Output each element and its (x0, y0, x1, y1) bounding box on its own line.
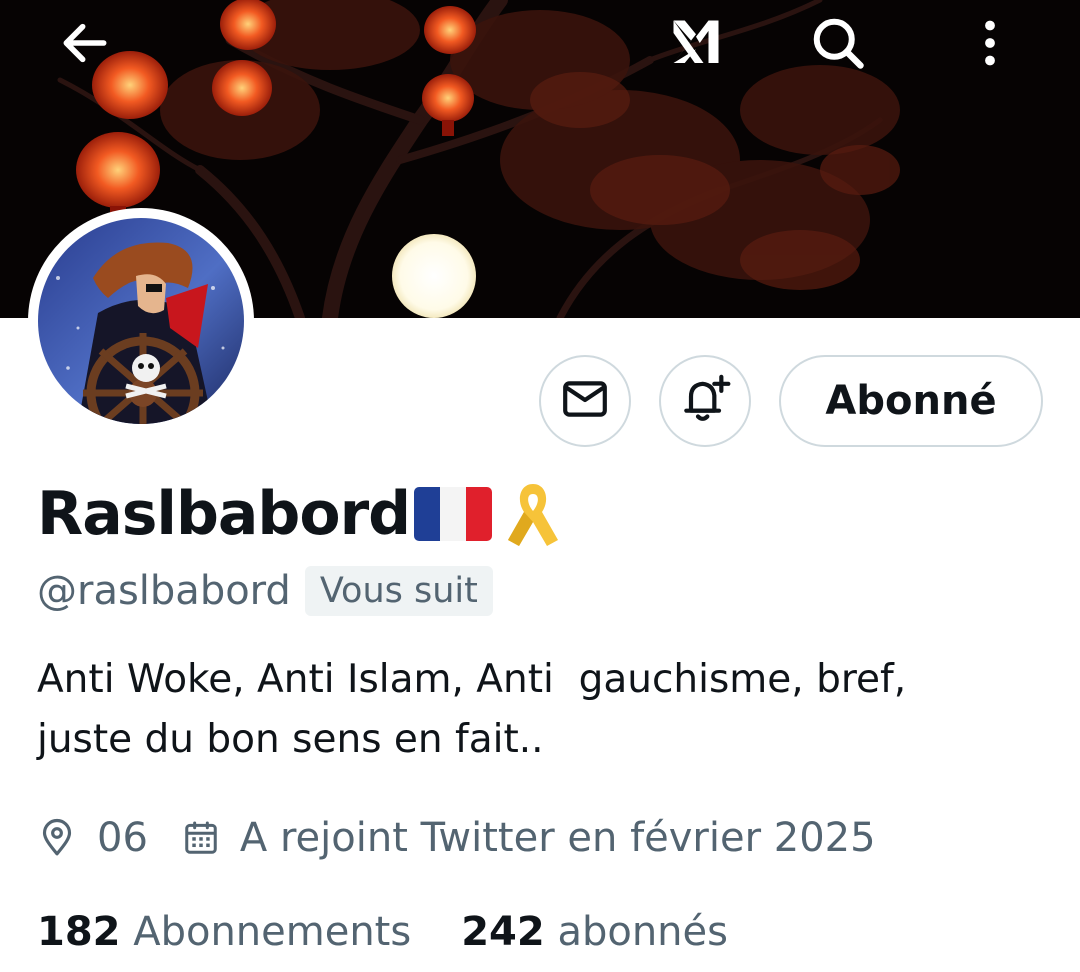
following-link[interactable]: 182 Abonnements (37, 909, 411, 955)
message-button[interactable] (539, 355, 631, 447)
envelope-icon (560, 374, 610, 428)
profile-meta: 06 A rejoint Twitter en février 2025 (37, 808, 876, 868)
following-count: 182 (37, 909, 121, 955)
notifications-button[interactable] (659, 355, 751, 447)
followers-count: 242 (461, 909, 545, 955)
following-label: Abonnements (133, 909, 412, 955)
follow-stats: 182 Abonnements 242 abonnés (37, 902, 728, 962)
search-icon (808, 13, 868, 77)
more-button[interactable] (958, 13, 1022, 77)
followers-link[interactable]: 242 abonnés (461, 909, 728, 955)
grok-icon (666, 13, 726, 77)
ribbon-icon (502, 478, 564, 550)
back-button[interactable] (53, 13, 117, 77)
follows-you-badge: Vous suit (304, 566, 493, 616)
arrow-left-icon (57, 15, 113, 75)
grok-button[interactable] (664, 13, 728, 77)
france-flag-icon (414, 487, 493, 541)
user-handle: @raslbabord (37, 568, 291, 614)
profile-bio: Anti Woke, Anti Islam, Anti gauchisme, b… (37, 650, 1047, 770)
bell-plus-icon (677, 371, 733, 431)
profile-name-row: Raslbabord (37, 474, 564, 554)
handle-row: @raslbabord Vous suit (37, 562, 493, 620)
following-button[interactable]: Abonné (779, 355, 1043, 447)
bio-line: Anti Woke, Anti Islam, Anti gauchisme, b… (37, 657, 907, 702)
search-button[interactable] (806, 13, 870, 77)
bio-line: juste du bon sens en fait.. (37, 717, 544, 762)
more-vertical-icon (962, 15, 1018, 75)
avatar[interactable] (28, 208, 254, 434)
followers-label: abonnés (557, 909, 728, 955)
location-icon (37, 816, 77, 860)
avatar-image (38, 218, 244, 424)
location-text: 06 (97, 815, 148, 861)
display-name: Raslbabord (37, 479, 411, 549)
calendar-icon (182, 818, 220, 858)
join-date-text: A rejoint Twitter en février 2025 (239, 815, 876, 861)
